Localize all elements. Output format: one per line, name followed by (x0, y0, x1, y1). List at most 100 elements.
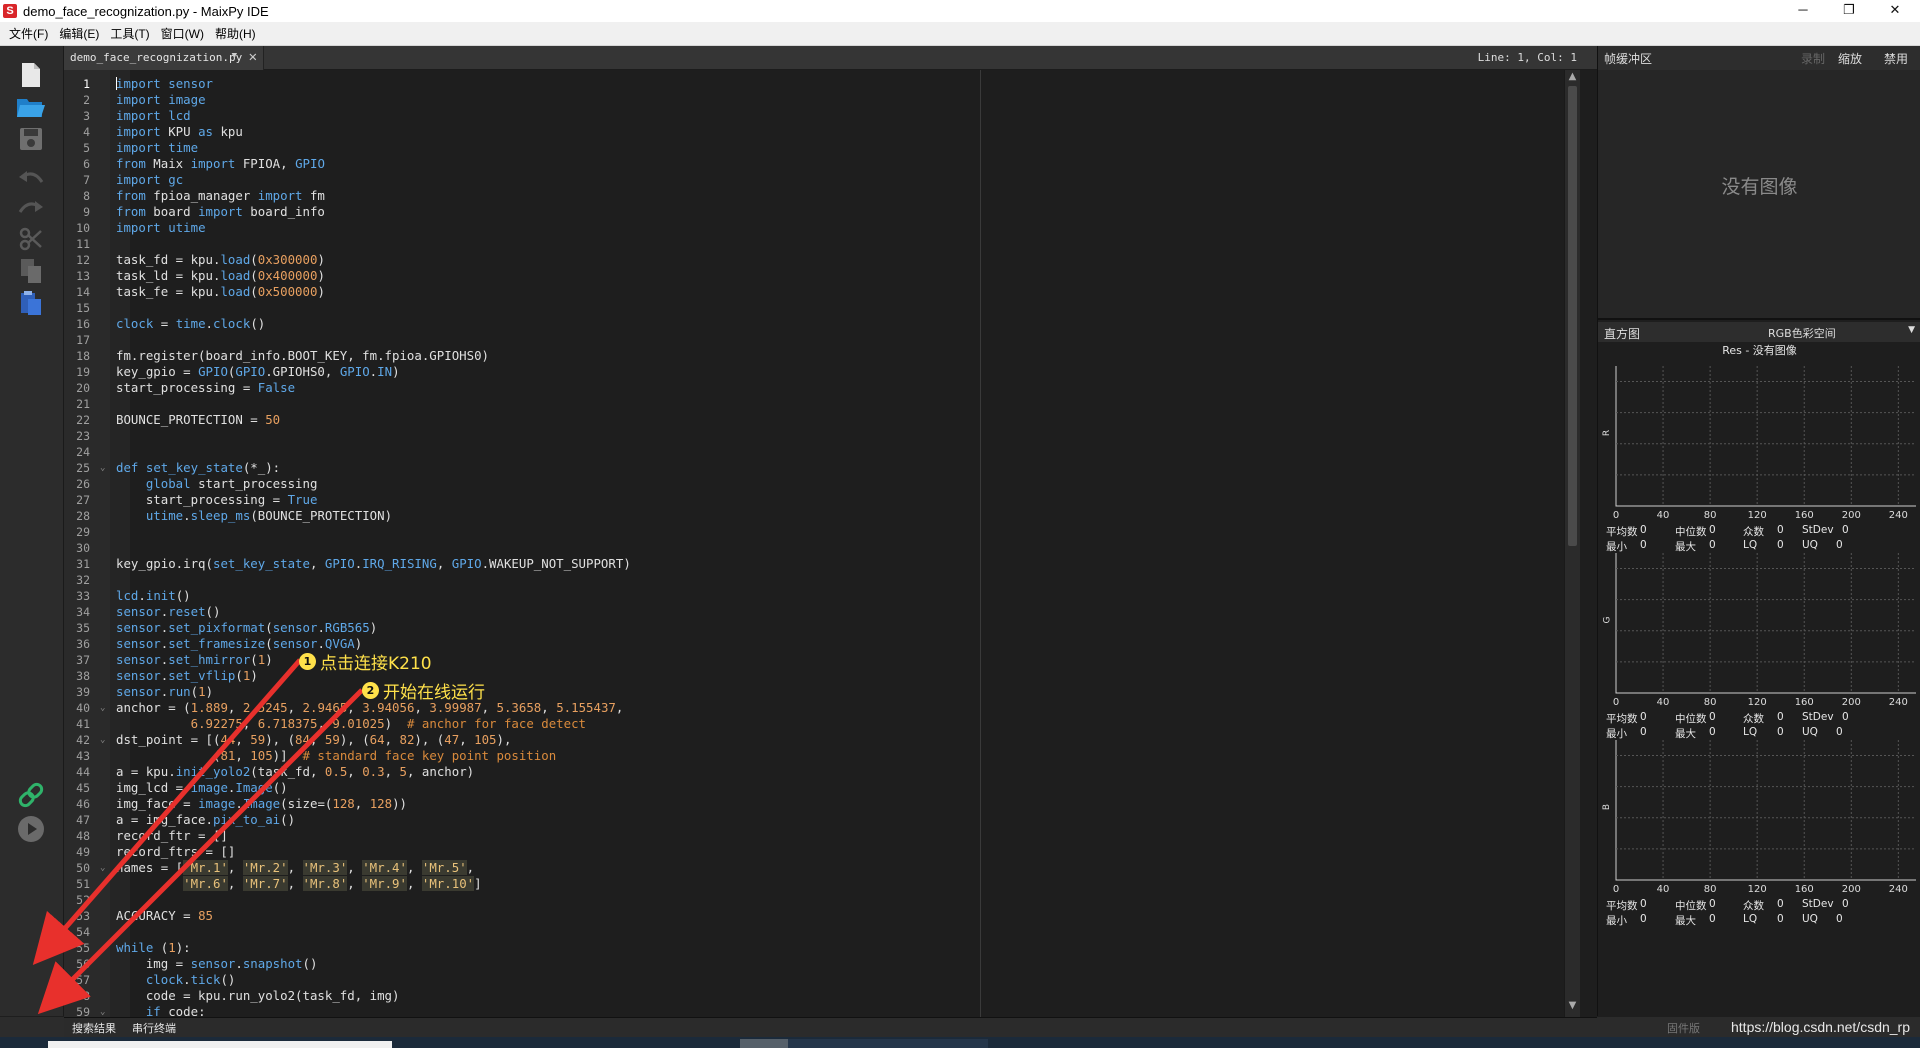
serial-terminal-tab[interactable]: 串行终端 (124, 1020, 184, 1036)
code-line[interactable]: 5 import time (64, 140, 1580, 156)
taskbar-item[interactable] (740, 1039, 788, 1048)
code-text[interactable]: from Maix import FPIOA, GPIO (116, 156, 325, 172)
code-text[interactable]: task_ld = kpu.load(0x400000) (116, 268, 325, 284)
copy-icon[interactable] (14, 254, 48, 288)
code-line[interactable]: 30 (64, 540, 1580, 556)
code-line[interactable]: 57 clock.tick() (64, 972, 1580, 988)
code-text[interactable]: def set_key_state(*_): (116, 460, 280, 476)
code-line[interactable]: 42 ⌄ dst_point = [(44, 59), (84, 59), (64,… (64, 732, 1580, 748)
code-text[interactable]: clock.tick() (116, 972, 236, 988)
fold-toggle-icon[interactable]: ⌄ (100, 700, 105, 716)
code-line[interactable]: 47 a = img_face.pix_to_ai() (64, 812, 1580, 828)
taskbar-search[interactable] (48, 1041, 392, 1048)
close-button[interactable]: ✕ (1872, 0, 1918, 22)
code-text[interactable]: sensor.set_pixformat(sensor.RGB565) (116, 620, 377, 636)
paste-icon[interactable] (14, 286, 48, 320)
scroll-thumb[interactable] (1568, 86, 1577, 546)
menu-help[interactable]: 帮助(H) (210, 25, 262, 42)
code-line[interactable]: 39 sensor.run(1) (64, 684, 1580, 700)
code-text[interactable]: a = img_face.pix_to_ai() (116, 812, 295, 828)
record-button[interactable]: 录制 (1801, 50, 1825, 67)
code-line[interactable]: 25 ⌄ def set_key_state(*_): (64, 460, 1580, 476)
code-text[interactable]: import gc (116, 172, 183, 188)
code-line[interactable]: 6 from Maix import FPIOA, GPIO (64, 156, 1580, 172)
code-line[interactable]: 15 (64, 300, 1580, 316)
code-line[interactable]: 46 img_face = image.Image(size=(128, 128)… (64, 796, 1580, 812)
code-line[interactable]: 32 (64, 572, 1580, 588)
code-text[interactable]: sensor.set_hmirror(1) (116, 652, 273, 668)
code-line[interactable]: 36 sensor.set_framesize(sensor.QVGA) (64, 636, 1580, 652)
code-text[interactable]: anchor = (1.889, 2.5245, 2.9465, 3.94056… (116, 700, 623, 716)
fold-toggle-icon[interactable]: ⌄ (100, 1004, 105, 1017)
code-line[interactable]: 34 sensor.reset() (64, 604, 1580, 620)
code-line[interactable]: 1 import sensor (64, 76, 1580, 92)
code-line[interactable]: 29 (64, 524, 1580, 540)
code-text[interactable]: sensor.run(1) (116, 684, 213, 700)
code-line[interactable]: 52 (64, 892, 1580, 908)
zoom-button[interactable]: 缩放 (1838, 50, 1862, 67)
code-line[interactable]: 22 BOUNCE_PROTECTION = 50 (64, 412, 1580, 428)
save-icon[interactable] (14, 122, 48, 156)
code-line[interactable]: 28 utime.sleep_ms(BOUNCE_PROTECTION) (64, 508, 1580, 524)
disable-button[interactable]: 禁用 (1884, 50, 1908, 67)
code-line[interactable]: 27 start_processing = True (64, 492, 1580, 508)
code-text[interactable]: sensor.reset() (116, 604, 220, 620)
code-line[interactable]: 40 ⌄ anchor = (1.889, 2.5245, 2.9465, 3.94… (64, 700, 1580, 716)
code-line[interactable]: 21 (64, 396, 1580, 412)
code-line[interactable]: 13 task_ld = kpu.load(0x400000) (64, 268, 1580, 284)
code-lines[interactable]: 1 import sensor 2 import image 3 import lcd 4 i… (64, 76, 1580, 1017)
editor-scrollbar[interactable]: ▲ ▼ (1564, 70, 1580, 1017)
scroll-down-icon[interactable]: ▼ (1565, 1000, 1580, 1014)
search-results-tab[interactable]: 搜索结果 (64, 1020, 124, 1036)
code-line[interactable]: 24 (64, 444, 1580, 460)
restore-button[interactable]: ❐ (1826, 0, 1872, 22)
code-text[interactable]: lcd.init() (116, 588, 191, 604)
code-line[interactable]: 12 task_fd = kpu.load(0x300000) (64, 252, 1580, 268)
code-line[interactable]: 58 code = kpu.run_yolo2(task_fd, img) (64, 988, 1580, 1004)
code-line[interactable]: 26 global start_processing (64, 476, 1580, 492)
code-line[interactable]: 56 img = sensor.snapshot() (64, 956, 1580, 972)
code-line[interactable]: 59 ⌄ if code: (64, 1004, 1580, 1017)
code-line[interactable]: 4 import KPU as kpu (64, 124, 1580, 140)
code-line[interactable]: 9 from board import board_info (64, 204, 1580, 220)
code-text[interactable]: BOUNCE_PROTECTION = 50 (116, 412, 280, 428)
code-line[interactable]: 50 ⌄ names = ['Mr.1', 'Mr.2', 'Mr.3', 'Mr.… (64, 860, 1580, 876)
menu-file[interactable]: 文件(F) (4, 25, 54, 42)
fold-toggle-icon[interactable]: ⌄ (100, 940, 105, 956)
code-editor[interactable]: 1 import sensor 2 import image 3 import lcd 4 i… (64, 70, 1580, 1017)
color-space-dropdown-icon[interactable]: ▼ (1908, 325, 1915, 335)
tab-close-icon[interactable]: ✕ (249, 49, 257, 65)
code-line[interactable]: 3 import lcd (64, 108, 1580, 124)
fold-toggle-icon[interactable]: ⌄ (100, 732, 105, 748)
code-text[interactable]: start_processing = False (116, 380, 295, 396)
code-text[interactable]: ACCURACY = 85 (116, 908, 213, 924)
code-line[interactable]: 19 key_gpio = GPIO(GPIO.GPIOHS0, GPIO.IN) (64, 364, 1580, 380)
code-text[interactable]: 6.92275, 6.718375, 9.01025) # anchor for… (116, 716, 586, 732)
code-text[interactable]: (81, 105)] # standard face key point pos… (116, 748, 556, 764)
code-line[interactable]: 17 (64, 332, 1580, 348)
undo-icon[interactable] (14, 162, 48, 196)
connect-link-icon[interactable] (14, 778, 48, 812)
code-line[interactable]: 2 import image (64, 92, 1580, 108)
code-text[interactable]: import KPU as kpu (116, 124, 243, 140)
code-line[interactable]: 55 ⌄ while (1): (64, 940, 1580, 956)
code-line[interactable]: 11 (64, 236, 1580, 252)
code-text[interactable]: img_face = image.Image(size=(128, 128)) (116, 796, 407, 812)
code-line[interactable]: 44 a = kpu.init_yolo2(task_fd, 0.5, 0.3, … (64, 764, 1580, 780)
code-text[interactable]: record_ftrs = [] (116, 844, 235, 860)
code-line[interactable]: 51 'Mr.6', 'Mr.7', 'Mr.8', 'Mr.9', 'Mr.1… (64, 876, 1580, 892)
code-text[interactable]: import utime (116, 220, 206, 236)
run-play-icon[interactable] (14, 812, 48, 846)
code-text[interactable]: task_fe = kpu.load(0x500000) (116, 284, 325, 300)
code-text[interactable]: fm.register(board_info.BOOT_KEY, fm.fpio… (116, 348, 489, 364)
code-line[interactable]: 14 task_fe = kpu.load(0x500000) (64, 284, 1580, 300)
code-line[interactable]: 45 img_lcd = image.Image() (64, 780, 1580, 796)
code-text[interactable]: names = ['Mr.1', 'Mr.2', 'Mr.3', 'Mr.4',… (116, 860, 474, 876)
code-text[interactable]: code = kpu.run_yolo2(task_fd, img) (116, 988, 400, 1004)
code-text[interactable]: start_processing = True (116, 492, 318, 508)
color-space-select[interactable]: RGB色彩空间 (1768, 325, 1836, 341)
code-text[interactable]: import image (116, 92, 206, 108)
code-text[interactable]: utime.sleep_ms(BOUNCE_PROTECTION) (116, 508, 392, 524)
code-line[interactable]: 54 (64, 924, 1580, 940)
code-line[interactable]: 31 key_gpio.irq(set_key_state, GPIO.IRQ_R… (64, 556, 1580, 572)
